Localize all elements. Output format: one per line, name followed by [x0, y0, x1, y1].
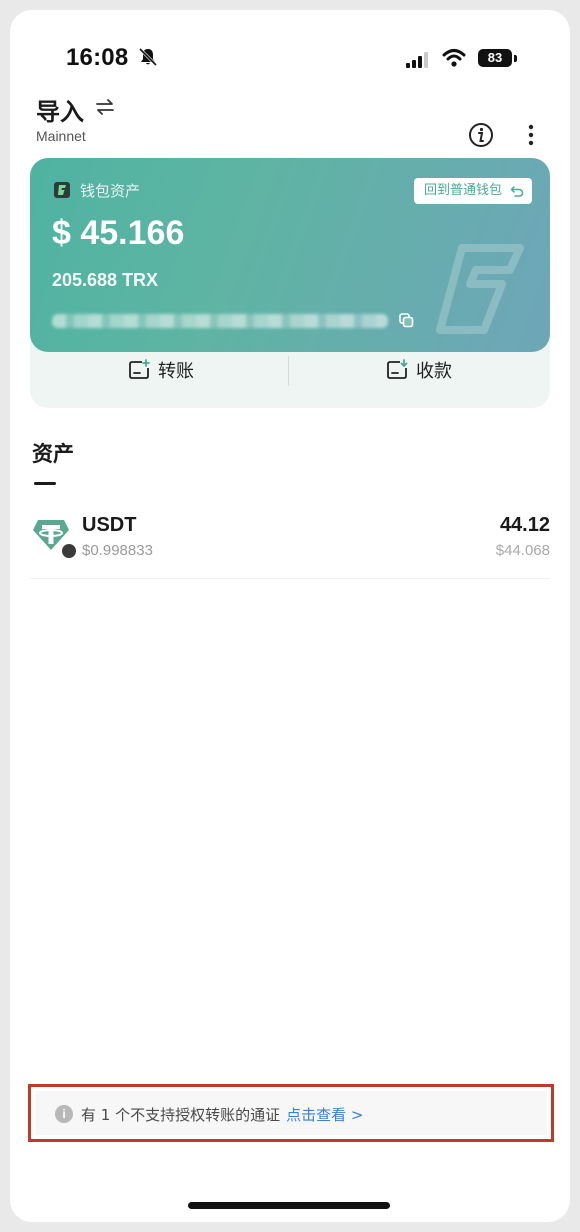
notice-text-container: 有 1 个不支持授权转账的通证 点击查看 >: [81, 1104, 363, 1125]
notice-banner[interactable]: i 有 1 个不支持授权转账的通证 点击查看 >: [35, 1091, 547, 1135]
asset-list-item[interactable]: USDT $0.998833 44.12 $44.068: [30, 504, 550, 579]
trx-balance: 205.688 TRX: [52, 270, 159, 290]
network-label: Mainnet: [36, 128, 86, 144]
notice-message: 有 1 个不支持授权转账的通证: [81, 1106, 281, 1124]
usd-balance: $ 45.166: [52, 214, 185, 252]
info-icon[interactable]: [468, 122, 494, 148]
battery-indicator: 83: [478, 49, 512, 67]
token-amount: 44.12: [499, 514, 550, 536]
receive-button[interactable]: 收款: [386, 352, 452, 388]
token-usd-value: $44.068: [495, 542, 550, 559]
back-to-normal-wallet-label: 回到普通钱包: [423, 183, 502, 198]
wifi-icon: [442, 49, 466, 67]
token-price: $0.998833: [82, 542, 153, 559]
view-details-link[interactable]: 点击查看 >: [286, 1106, 363, 1124]
tron-chain-badge-icon: [60, 542, 78, 560]
info-circle-icon: i: [55, 1105, 73, 1123]
assets-tab[interactable]: 资产: [32, 438, 74, 468]
bell-slash-icon: [138, 47, 158, 67]
battery-tip: [514, 55, 517, 62]
undo-icon: [510, 186, 524, 197]
switch-wallet-icon[interactable]: [94, 96, 116, 118]
phone-screen: 16:08 83 导入 Mainnet 钱包资产 回到普通钱包 $ 45.166…: [10, 10, 570, 1222]
unsupported-token-notice: i 有 1 个不支持授权转账的通证 点击查看 >: [28, 1084, 554, 1142]
transfer-icon: [129, 359, 150, 379]
wallet-header: 导入 Mainnet: [36, 92, 544, 152]
assets-tab-indicator: [34, 482, 56, 485]
wallet-assets-icon: [54, 182, 70, 198]
wallet-asset-card: 钱包资产 回到普通钱包 $ 45.166 205.688 TRX: [30, 158, 550, 352]
wallet-name[interactable]: 导入: [36, 92, 84, 127]
copy-icon[interactable]: [398, 312, 414, 328]
transfer-button[interactable]: 转账: [128, 352, 194, 388]
receive-label: 收款: [416, 361, 452, 382]
home-indicator[interactable]: [188, 1202, 390, 1209]
more-options-icon[interactable]: [524, 122, 538, 148]
wallet-address-redacted: [52, 314, 388, 328]
cellular-signal-icon: [406, 52, 428, 68]
wallet-assets-label: 钱包资产: [80, 182, 141, 200]
receive-icon: [387, 359, 408, 379]
actions-divider: [288, 356, 289, 386]
wallet-logo-watermark-icon: [436, 244, 524, 334]
transfer-label: 转账: [158, 361, 194, 382]
status-time: 16:08: [66, 44, 129, 71]
status-bar: 16:08 83: [10, 44, 570, 76]
back-to-normal-wallet-button[interactable]: 回到普通钱包: [413, 178, 532, 204]
token-symbol: USDT: [82, 514, 137, 536]
